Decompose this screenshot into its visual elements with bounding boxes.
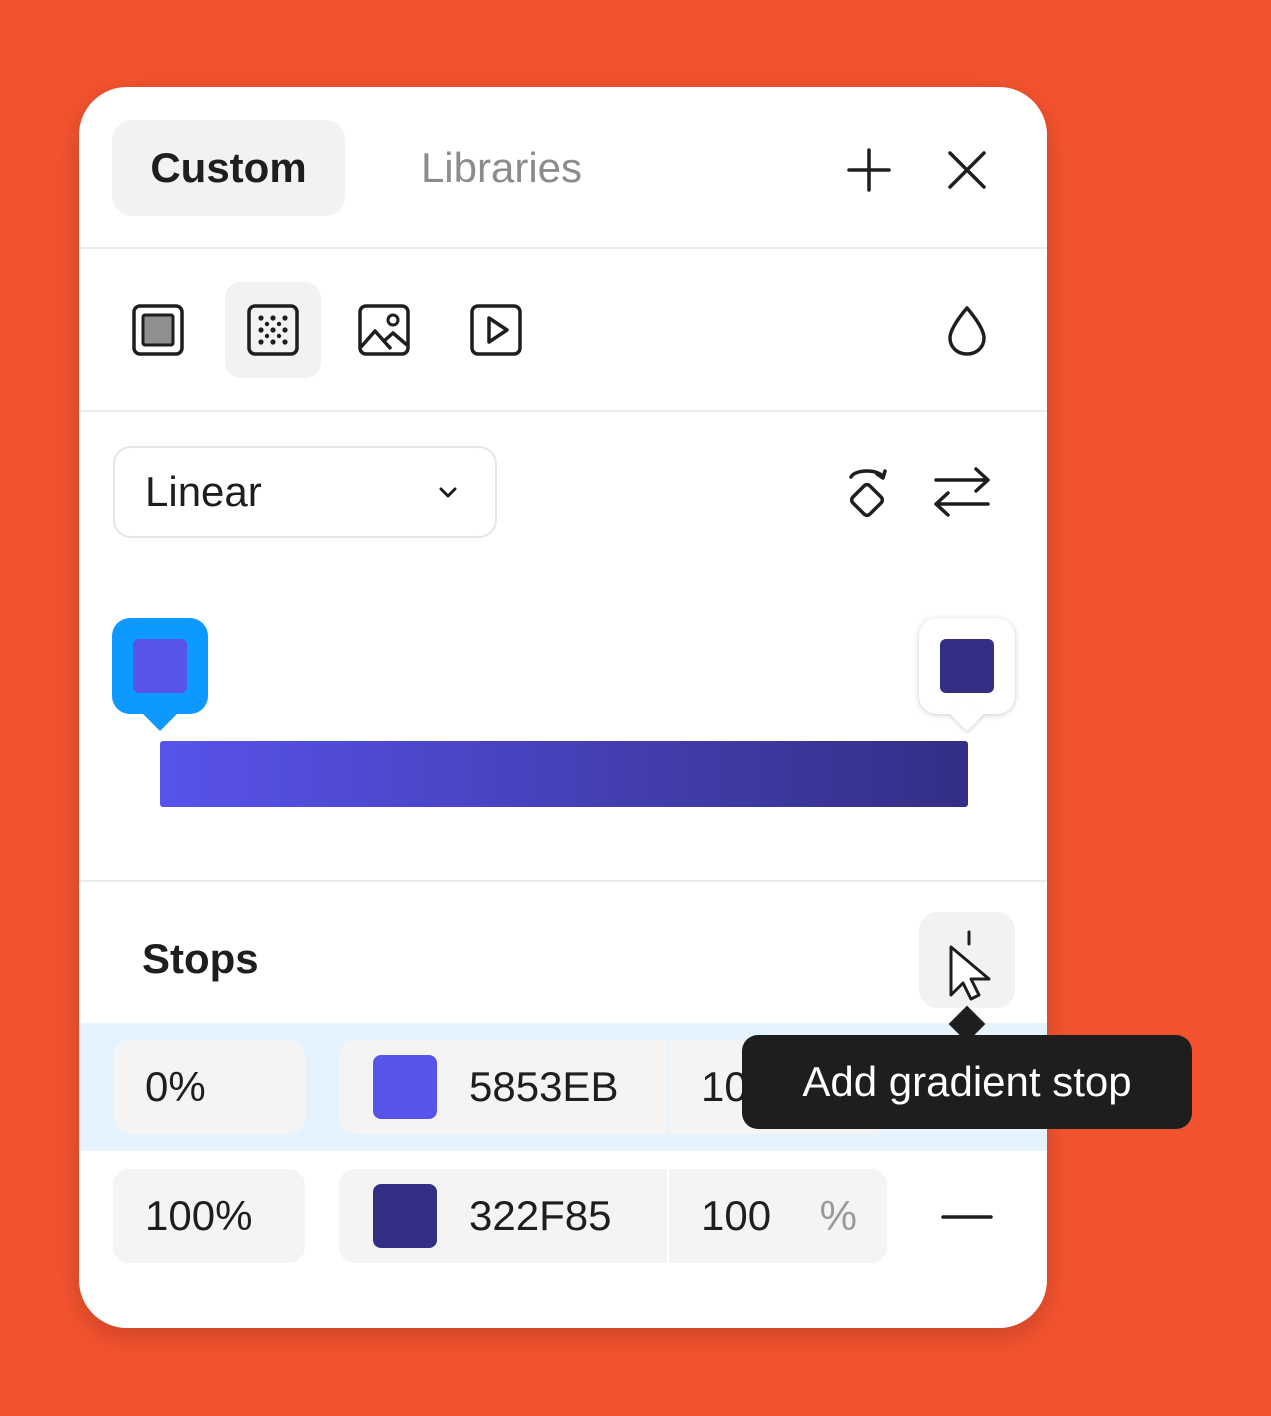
add-gradient-stop-button[interactable]	[919, 912, 1015, 1008]
stop-position-input[interactable]: 100%	[113, 1169, 305, 1263]
rotate-gradient-button[interactable]	[839, 461, 895, 523]
stop-row[interactable]: 100% 322F85 100 %	[79, 1152, 1047, 1280]
chevron-down-icon	[439, 487, 457, 498]
rotate-icon	[849, 469, 887, 518]
minus-icon	[941, 1215, 993, 1219]
tab-libraries[interactable]: Libraries	[394, 120, 609, 216]
gradient-type-select[interactable]: Linear	[113, 446, 497, 538]
stop-hex-value: 322F85	[469, 1192, 612, 1239]
remove-stop-button[interactable]	[935, 1185, 999, 1249]
plus-icon[interactable]	[843, 144, 895, 196]
handle-pointer	[143, 697, 177, 731]
solid-fill-icon	[132, 304, 184, 356]
header-divider	[79, 247, 1047, 249]
image-fill-icon	[358, 304, 410, 356]
gradient-type-value: Linear	[145, 468, 262, 515]
gradient-stop-handle-start[interactable]	[112, 618, 208, 731]
stop-color-field[interactable]: 5853EB	[339, 1040, 667, 1134]
stop-hex-value: 5853EB	[469, 1063, 619, 1110]
stop-swatch-end	[940, 639, 994, 693]
gradient-divider	[79, 880, 1047, 882]
add-stop-cursor-icon	[967, 930, 971, 946]
swap-arrows-icon	[934, 467, 990, 517]
gradient-preview-bar[interactable]	[160, 741, 968, 807]
handle-pointer	[950, 697, 984, 731]
gradient-fill-button[interactable]	[225, 282, 321, 378]
stop-position-input[interactable]: 0%	[113, 1040, 305, 1134]
droplet-icon	[948, 306, 986, 356]
stops-heading: Stops	[142, 935, 259, 982]
tooltip: Add gradient stop	[742, 1035, 1192, 1129]
gradient-fill-icon	[247, 304, 299, 356]
close-icon[interactable]	[941, 144, 993, 196]
tab-custom[interactable]: Custom	[112, 120, 345, 216]
stop-opacity-input[interactable]: 100 %	[669, 1169, 887, 1263]
video-fill-icon	[470, 304, 522, 356]
color-picker-panel: Custom Libraries Linear Stops 0% 5853EB …	[79, 87, 1047, 1328]
blend-mode-button[interactable]	[941, 305, 993, 357]
video-fill-button[interactable]	[448, 282, 544, 378]
image-fill-button[interactable]	[336, 282, 432, 378]
gradient-stop-handle-end[interactable]	[919, 618, 1015, 731]
opacity-unit: %	[819, 1192, 857, 1239]
solid-fill-button[interactable]	[110, 282, 206, 378]
stop-opacity-value: 10	[701, 1063, 748, 1110]
stop-color-field[interactable]: 322F85	[339, 1169, 667, 1263]
stop-swatch-start	[133, 639, 187, 693]
flip-gradient-button[interactable]	[931, 463, 993, 521]
stop-color-chip[interactable]	[373, 1055, 437, 1119]
fill-type-divider	[79, 410, 1047, 412]
stop-opacity-value: 100	[701, 1192, 772, 1239]
stop-color-chip[interactable]	[373, 1184, 437, 1248]
